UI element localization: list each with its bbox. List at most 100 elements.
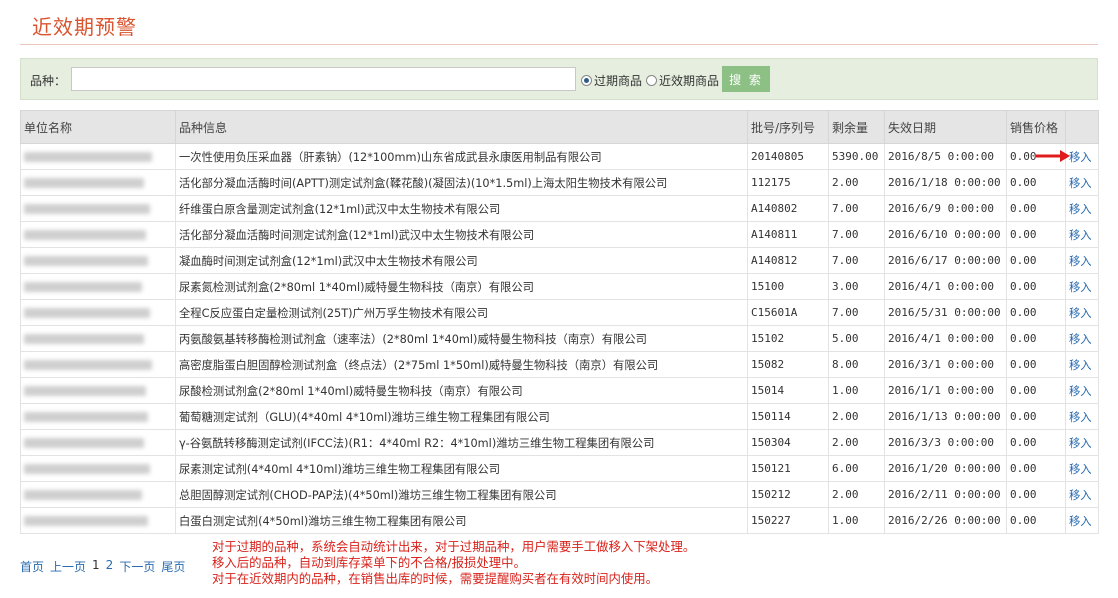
cell-product-info: 全程C反应蛋白定量检测试剂(25T)广州万孚生物技术有限公司 — [175, 299, 748, 326]
table-row: 一次性使用负压采血器（肝素钠）(12*100mm)山东省成武县永康医用制品有限公… — [20, 143, 1099, 170]
search-button[interactable]: 搜 索 — [722, 66, 770, 92]
pager-prev[interactable]: 上一页 — [50, 558, 86, 575]
cell-action: 移入 — [1065, 507, 1099, 534]
redacted-unit-name — [24, 230, 146, 240]
table-row: 尿素测定试剂(4*40ml 4*10ml)潍坊三维生物工程集团有限公司 15012… — [20, 455, 1099, 482]
col-product-info[interactable]: 品种信息 — [175, 110, 748, 144]
pager-first[interactable]: 首页 — [20, 558, 44, 575]
cell-expiry-date: 2016/3/3 0:00:00 — [884, 429, 1007, 456]
pager-last[interactable]: 尾页 — [161, 558, 185, 575]
redacted-unit-name — [24, 152, 152, 162]
move-in-link[interactable]: 移入 — [1069, 515, 1092, 528]
radio-expired-button[interactable] — [581, 75, 592, 86]
move-in-link[interactable]: 移入 — [1069, 281, 1092, 294]
cell-product-info: 总胆固醇测定试剂(CHOD-PAP法)(4*50ml)潍坊三维生物工程集团有限公… — [175, 481, 748, 508]
cell-product-info: 葡萄糖测定试剂（GLU)(4*40ml 4*10ml)潍坊三维生物工程集团有限公… — [175, 403, 748, 430]
cell-expiry-date: 2016/1/13 0:00:00 — [884, 403, 1007, 430]
move-in-link[interactable]: 移入 — [1069, 411, 1092, 424]
cell-remaining-qty: 2.00 — [828, 403, 885, 430]
cell-remaining-qty: 2.00 — [828, 169, 885, 196]
cell-expiry-date: 2016/4/1 0:00:00 — [884, 273, 1007, 300]
redacted-unit-name — [24, 516, 148, 526]
cell-expiry-date: 2016/1/20 0:00:00 — [884, 455, 1007, 482]
table-row: 总胆固醇测定试剂(CHOD-PAP法)(4*50ml)潍坊三维生物工程集团有限公… — [20, 481, 1099, 508]
cell-sales-price: 0.00 — [1006, 247, 1066, 274]
table-row: 纤维蛋白原含量测定试剂盒(12*1ml)武汉中太生物技术有限公司 A140802 7… — [20, 195, 1099, 222]
cell-action: 移入 — [1065, 429, 1099, 456]
move-in-link[interactable]: 移入 — [1069, 359, 1092, 372]
cell-remaining-qty: 5390.00 — [828, 143, 885, 170]
cell-remaining-qty: 7.00 — [828, 221, 885, 248]
cell-product-info: 一次性使用负压采血器（肝素钠）(12*100mm)山东省成武县永康医用制品有限公… — [175, 143, 748, 170]
move-in-link[interactable]: 移入 — [1069, 229, 1092, 242]
cell-unit-name-redacted — [20, 221, 176, 248]
redacted-unit-name — [24, 360, 152, 370]
radio-expired-label: 过期商品 — [594, 74, 643, 88]
move-in-link[interactable]: 移入 — [1069, 489, 1092, 502]
cell-unit-name-redacted — [20, 455, 176, 482]
move-in-link[interactable]: 移入 — [1069, 151, 1092, 164]
cell-sales-price: 0.00 — [1006, 273, 1066, 300]
annotation-line: 移入后的品种，自动到库存菜单下的不合格/报损处理中。 — [212, 555, 526, 570]
cell-action: 移入 — [1065, 169, 1099, 196]
redacted-unit-name — [24, 308, 150, 318]
move-in-link[interactable]: 移入 — [1069, 385, 1092, 398]
cell-product-info: 活化部分凝血活酶时间测定试剂盒(12*1ml)武汉中太生物技术有限公司 — [175, 221, 748, 248]
cell-unit-name-redacted — [20, 351, 176, 378]
radio-expired-products[interactable]: 过期商品 — [581, 72, 642, 89]
cell-unit-name-redacted — [20, 481, 176, 508]
cell-product-info: γ-谷氨酰转移酶测定试剂(IFCC法)(R1：4*40ml R2：4*10ml)… — [175, 429, 748, 456]
redacted-unit-name — [24, 438, 144, 448]
radio-near-expiry-products[interactable]: 近效期商品 — [646, 72, 719, 89]
col-action — [1065, 110, 1099, 144]
move-in-link[interactable]: 移入 — [1069, 177, 1092, 190]
cell-unit-name-redacted — [20, 169, 176, 196]
move-in-link[interactable]: 移入 — [1069, 203, 1092, 216]
cell-product-info: 白蛋白测定试剂(4*50ml)潍坊三维生物工程集团有限公司 — [175, 507, 748, 534]
cell-sales-price: 0.00 — [1006, 299, 1066, 326]
table-row: 活化部分凝血活酶时间(APTT)测定试剂盒(鞣花酸)(凝固法)(10*1.5ml… — [20, 169, 1099, 196]
cell-expiry-date: 2016/6/17 0:00:00 — [884, 247, 1007, 274]
cell-remaining-qty: 2.00 — [828, 481, 885, 508]
cell-expiry-date: 2016/4/1 0:00:00 — [884, 325, 1007, 352]
col-remaining-qty[interactable]: 剩余量 — [828, 110, 885, 144]
pagination: 首页 上一页 1 2 下一页 尾页 — [20, 558, 185, 575]
cell-batch-number: 150227 — [747, 507, 829, 534]
cell-unit-name-redacted — [20, 507, 176, 534]
redacted-unit-name — [24, 490, 142, 500]
cell-expiry-date: 2016/1/1 0:00:00 — [884, 377, 1007, 404]
cell-unit-name-redacted — [20, 299, 176, 326]
col-unit-name[interactable]: 单位名称 — [20, 110, 176, 144]
move-in-link[interactable]: 移入 — [1069, 463, 1092, 476]
cell-product-info: 凝血酶时间测定试剂盒(12*1ml)武汉中太生物技术有限公司 — [175, 247, 748, 274]
cell-sales-price: 0.00 — [1006, 455, 1066, 482]
cell-batch-number: 15082 — [747, 351, 829, 378]
pager-next[interactable]: 下一页 — [119, 558, 155, 575]
cell-unit-name-redacted — [20, 247, 176, 274]
radio-near-expiry-button[interactable] — [646, 75, 657, 86]
cell-unit-name-redacted — [20, 325, 176, 352]
redacted-unit-name — [24, 464, 150, 474]
cell-action: 移入 — [1065, 455, 1099, 482]
cell-action: 移入 — [1065, 221, 1099, 248]
pager-page-2[interactable]: 2 — [106, 558, 114, 575]
cell-expiry-date: 2016/6/9 0:00:00 — [884, 195, 1007, 222]
cell-batch-number: 150121 — [747, 455, 829, 482]
cell-expiry-date: 2016/2/11 0:00:00 — [884, 481, 1007, 508]
redacted-unit-name — [24, 178, 144, 188]
cell-batch-number: 150212 — [747, 481, 829, 508]
move-in-link[interactable]: 移入 — [1069, 333, 1092, 346]
col-sales-price[interactable]: 销售价格 — [1006, 110, 1066, 144]
col-batch-number[interactable]: 批号/序列号 — [747, 110, 829, 144]
move-in-link[interactable]: 移入 — [1069, 307, 1092, 320]
redacted-unit-name — [24, 282, 142, 292]
product-search-input[interactable] — [71, 67, 576, 91]
cell-expiry-date: 2016/2/26 0:00:00 — [884, 507, 1007, 534]
move-in-link[interactable]: 移入 — [1069, 437, 1092, 450]
cell-product-info: 纤维蛋白原含量测定试剂盒(12*1ml)武汉中太生物技术有限公司 — [175, 195, 748, 222]
cell-batch-number: C15601A — [747, 299, 829, 326]
cell-action: 移入 — [1065, 143, 1099, 170]
move-in-link[interactable]: 移入 — [1069, 255, 1092, 268]
table-row: 丙氨酸氨基转移酶检测试剂盒（速率法）(2*80ml 1*40ml)威特曼生物科技… — [20, 325, 1099, 352]
col-expiry-date[interactable]: 失效日期 — [884, 110, 1007, 144]
